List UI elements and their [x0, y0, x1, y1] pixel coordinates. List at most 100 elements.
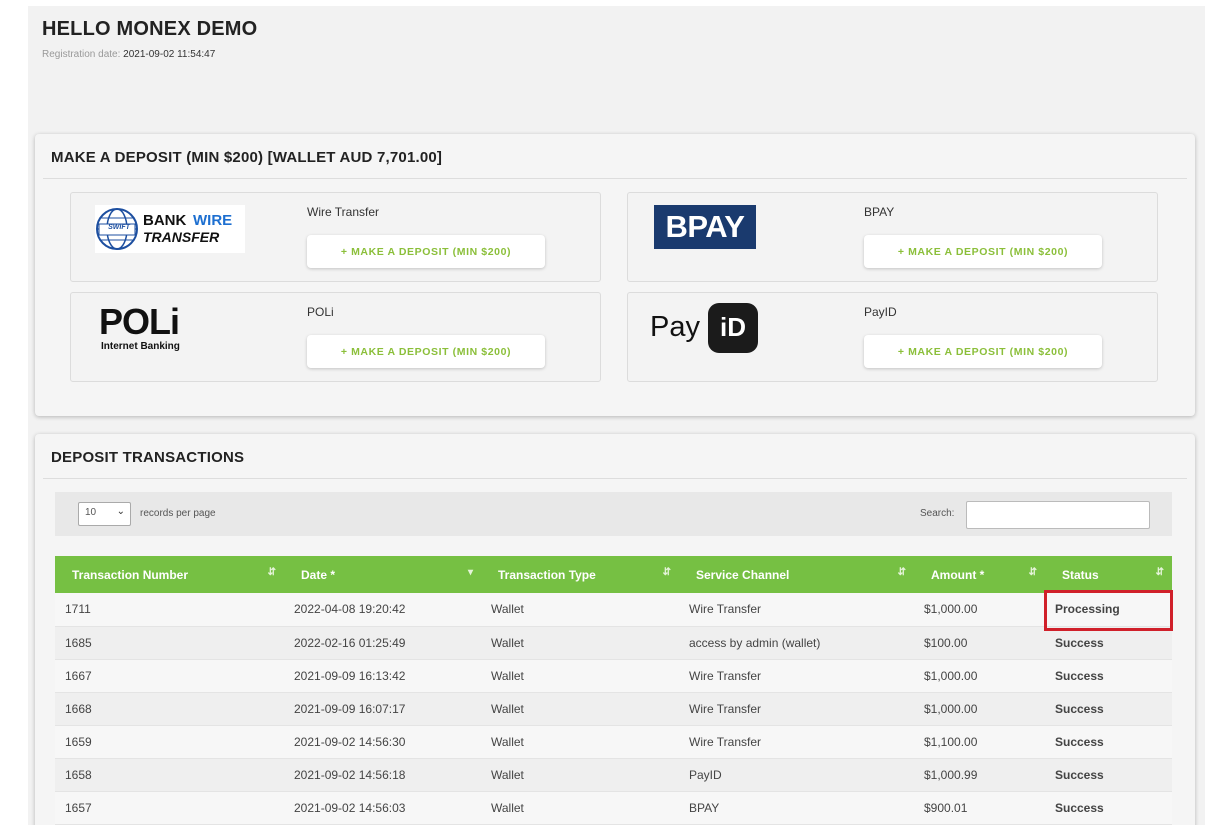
- page-title: HELLO MONEX DEMO: [42, 18, 258, 40]
- method-name: Wire Transfer: [307, 205, 380, 219]
- transaction-amount: $1,000.00: [914, 692, 1045, 726]
- service-channel: Wire Transfer: [679, 692, 914, 726]
- transaction-amount: $1,000.00: [914, 659, 1045, 693]
- status-badge: Success: [1045, 725, 1172, 759]
- transaction-type: Wallet: [481, 593, 679, 627]
- transaction-number: 1658: [55, 758, 284, 792]
- table-row: 1657 2021-09-02 14:56:03 Wallet BPAY $90…: [55, 791, 1172, 825]
- status-badge: Success: [1045, 758, 1172, 792]
- service-channel: Wire Transfer: [679, 725, 914, 759]
- transaction-date: 2021-09-09 16:13:42: [284, 659, 481, 693]
- transaction-amount: $1,000.99: [914, 758, 1045, 792]
- sort-icon: ⇵: [1028, 567, 1037, 578]
- transaction-type: Wallet: [481, 626, 679, 660]
- column-header-amount[interactable]: Amount * ⇵: [914, 556, 1045, 593]
- table-row: 1659 2021-09-02 14:56:30 Wallet Wire Tra…: [55, 725, 1172, 759]
- table-row: 1668 2021-09-09 16:07:17 Wallet Wire Tra…: [55, 692, 1172, 726]
- transaction-number: 1711: [55, 593, 284, 627]
- logo-text-bank: BANK: [143, 212, 187, 229]
- poli-logo-text: POLi: [99, 301, 180, 342]
- method-name: PayID: [864, 305, 897, 319]
- deposit-panel-title: MAKE A DEPOSIT (MIN $200) [WALLET AUD 7,…: [51, 149, 443, 166]
- table-header-row: Transaction Number ⇵ Date * ▾ Transaction …: [55, 556, 1172, 593]
- registration-label: Registration date:: [42, 49, 121, 60]
- table-row: 1711 2022-04-08 19:20:42 Wallet Wire Tra…: [55, 593, 1172, 627]
- method-name: BPAY: [864, 205, 895, 219]
- logo-text-transfer: TRANSFER: [143, 229, 220, 245]
- registration-value: 2021-09-02 11:54:47: [123, 49, 216, 60]
- payid-badge-icon: iD: [708, 303, 758, 353]
- transactions-table: Transaction Number ⇵ Date * ▾ Transaction …: [55, 556, 1172, 825]
- bpay-logo-text: BPAY: [665, 209, 745, 244]
- transaction-date: 2021-09-02 14:56:03: [284, 791, 481, 825]
- divider: [43, 478, 1187, 479]
- column-header-transaction-number[interactable]: Transaction Number ⇵: [55, 556, 284, 593]
- service-channel: Wire Transfer: [679, 659, 914, 693]
- deposit-method-bpay: BPAY BPAY + MAKE A DEPOSIT (MIN $200): [627, 192, 1158, 282]
- column-header-date[interactable]: Date * ▾: [284, 556, 481, 593]
- registration-date: Registration date: 2021-09-02 11:54:47: [42, 49, 215, 60]
- transaction-number: 1667: [55, 659, 284, 693]
- transaction-date: 2022-04-08 19:20:42: [284, 593, 481, 627]
- search-label: Search:: [920, 508, 955, 519]
- records-per-page-value: 10: [85, 507, 97, 518]
- sort-icon: ⇵: [897, 567, 906, 578]
- transaction-type: Wallet: [481, 725, 679, 759]
- payid-deposit-button[interactable]: + MAKE A DEPOSIT (MIN $200): [864, 335, 1102, 368]
- transaction-type: Wallet: [481, 659, 679, 693]
- transaction-amount: $100.00: [914, 626, 1045, 660]
- method-name: POLi: [307, 305, 334, 319]
- column-header-service-channel[interactable]: Service Channel ⇵: [679, 556, 914, 593]
- transaction-date: 2022-02-16 01:25:49: [284, 626, 481, 660]
- transaction-number: 1657: [55, 791, 284, 825]
- sort-icon: ⇵: [662, 567, 671, 578]
- transaction-number: 1668: [55, 692, 284, 726]
- transaction-type: Wallet: [481, 692, 679, 726]
- sort-desc-icon: ▾: [467, 567, 473, 578]
- table-toolbar: 10 ⌄ records per page Search:: [55, 492, 1172, 536]
- transactions-panel: DEPOSIT TRANSACTIONS 10 ⌄ records per pa…: [35, 434, 1195, 825]
- bpay-deposit-button[interactable]: + MAKE A DEPOSIT (MIN $200): [864, 235, 1102, 268]
- search-input[interactable]: [966, 501, 1150, 529]
- payid-logo-text: Pay: [650, 311, 700, 343]
- transaction-amount: $1,000.00: [914, 593, 1045, 627]
- table-row: 1685 2022-02-16 01:25:49 Wallet access b…: [55, 626, 1172, 660]
- service-channel: Wire Transfer: [679, 593, 914, 627]
- sort-icon: ⇵: [267, 567, 276, 578]
- wire-transfer-deposit-button[interactable]: + MAKE A DEPOSIT (MIN $200): [307, 235, 545, 268]
- transaction-date: 2021-09-02 14:56:30: [284, 725, 481, 759]
- transaction-type: Wallet: [481, 758, 679, 792]
- processing-highlight-box: [1044, 590, 1173, 631]
- column-header-status[interactable]: Status ⇵: [1045, 556, 1172, 593]
- service-channel: PayID: [679, 758, 914, 792]
- status-badge: Success: [1045, 791, 1172, 825]
- records-per-page-select[interactable]: 10 ⌄: [78, 502, 131, 526]
- poli-logo-sub: Internet Banking: [101, 341, 180, 352]
- poli-deposit-button[interactable]: + MAKE A DEPOSIT (MIN $200): [307, 335, 545, 368]
- service-channel: BPAY: [679, 791, 914, 825]
- chevron-down-icon: ⌄: [116, 506, 125, 517]
- deposit-method-wire-transfer: SWIFT BANK WIRE TRANSFER Wire Transfer +…: [70, 192, 601, 282]
- poli-logo: POLi Internet Banking: [99, 301, 219, 357]
- column-header-transaction-type[interactable]: Transaction Type ⇵: [481, 556, 679, 593]
- service-channel: access by admin (wallet): [679, 626, 914, 660]
- payid-logo: Pay iD: [650, 301, 762, 355]
- table-row: 1667 2021-09-09 16:13:42 Wallet Wire Tra…: [55, 659, 1172, 693]
- transaction-amount: $1,100.00: [914, 725, 1045, 759]
- deposit-method-payid: Pay iD PayID + MAKE A DEPOSIT (MIN $200): [627, 292, 1158, 382]
- sort-icon: ⇵: [1155, 567, 1164, 578]
- transactions-panel-title: DEPOSIT TRANSACTIONS: [51, 449, 245, 466]
- status-badge: Success: [1045, 692, 1172, 726]
- logo-text-wire: WIRE: [193, 212, 233, 229]
- bank-wire-transfer-logo: SWIFT BANK WIRE TRANSFER: [95, 205, 245, 253]
- bpay-logo: BPAY: [654, 205, 756, 249]
- transaction-number: 1685: [55, 626, 284, 660]
- transaction-date: 2021-09-02 14:56:18: [284, 758, 481, 792]
- table-row: 1658 2021-09-02 14:56:18 Wallet PayID $1…: [55, 758, 1172, 792]
- divider: [43, 178, 1187, 179]
- transaction-date: 2021-09-09 16:07:17: [284, 692, 481, 726]
- payid-badge-text: iD: [720, 312, 746, 342]
- transaction-amount: $900.01: [914, 791, 1045, 825]
- deposit-method-poli: POLi Internet Banking POLi + MAKE A DEPO…: [70, 292, 601, 382]
- status-badge: Success: [1045, 659, 1172, 693]
